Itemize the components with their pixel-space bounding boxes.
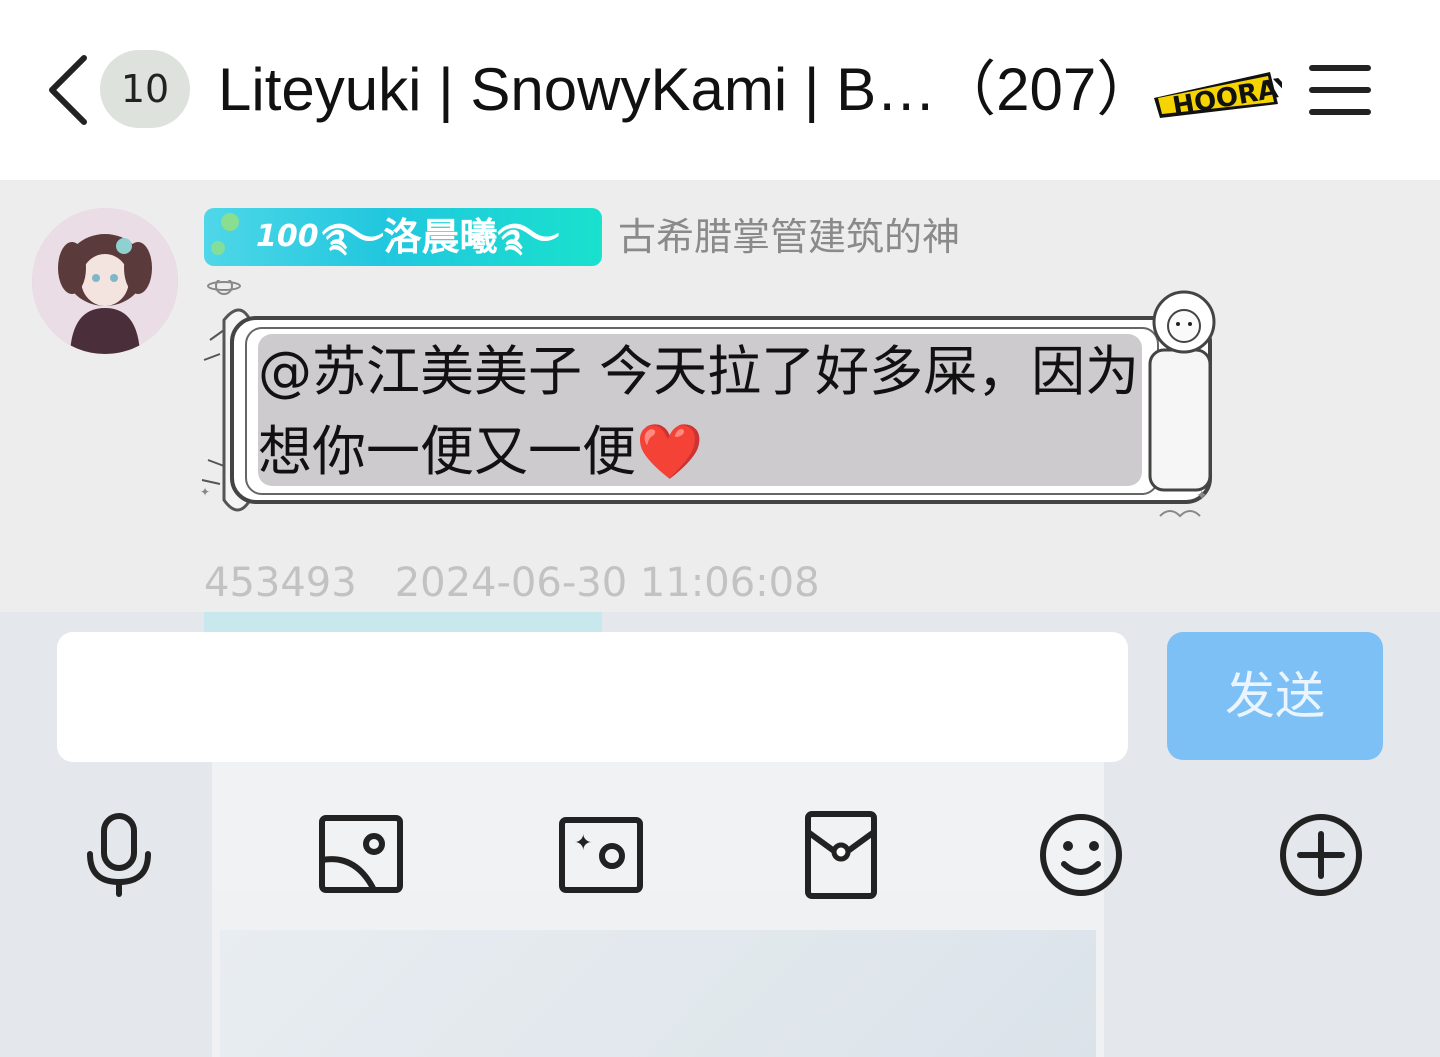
group-badge-logo: HOORAY <box>1150 68 1297 122</box>
level-number: 100 <box>256 219 319 254</box>
blurred-image <box>220 930 1096 1057</box>
emoji-icon <box>1040 814 1122 896</box>
message-text[interactable]: @苏江美美子 今天拉了好多屎，因为想你一便又一便❤️ <box>258 332 1158 492</box>
chat-screen: 10 Liteyuki | SnowyKami | B…（207） HOORAY <box>0 0 1440 1057</box>
more-actions-button[interactable] <box>1276 810 1366 900</box>
back-button[interactable] <box>40 52 100 128</box>
send-button[interactable]: 发送 <box>1167 632 1383 760</box>
more-menu-button[interactable] <box>1308 60 1372 120</box>
message-id: 453493 <box>204 560 357 606</box>
level-badge: 100 ࿐洛晨曦࿐ <box>204 208 602 266</box>
svg-text:✦: ✦ <box>574 831 592 856</box>
microphone-icon <box>87 813 151 897</box>
chevron-left-icon <box>49 55 87 125</box>
menu-icon <box>1309 65 1371 115</box>
red-packet-button[interactable] <box>796 810 886 900</box>
unread-count-badge[interactable]: 10 <box>100 50 190 128</box>
message-timestamp: 2024-06-30 11:06:08 <box>394 560 820 606</box>
member-title: 古希腊掌管建筑的神 <box>618 215 961 259</box>
camera-icon: ✦ <box>559 817 643 893</box>
image-icon <box>319 815 403 893</box>
voice-button[interactable] <box>74 810 164 900</box>
sender-avatar[interactable] <box>32 208 178 354</box>
chat-title[interactable]: Liteyuki | SnowyKami | B…（207） <box>218 50 1156 130</box>
flower-icon <box>211 213 239 255</box>
red-packet-icon <box>805 811 877 899</box>
message-meta: 453493 2024-06-30 11:06:08 <box>204 555 820 611</box>
camera-button[interactable]: ✦ <box>556 810 646 900</box>
top-bar: 10 Liteyuki | SnowyKami | B…（207） HOORAY <box>0 0 1440 180</box>
message-input[interactable] <box>57 632 1128 762</box>
plus-icon <box>1280 814 1362 896</box>
svg-text:HOORAY: HOORAY <box>1170 71 1282 120</box>
blurred-background-content <box>204 612 602 634</box>
sender-nickname: ࿐洛晨曦࿐ <box>322 215 560 259</box>
emoji-button[interactable] <box>1036 810 1126 900</box>
svg-text:✦: ✦ <box>1196 488 1208 504</box>
image-button[interactable] <box>316 810 406 900</box>
svg-text:✦: ✦ <box>200 485 210 499</box>
